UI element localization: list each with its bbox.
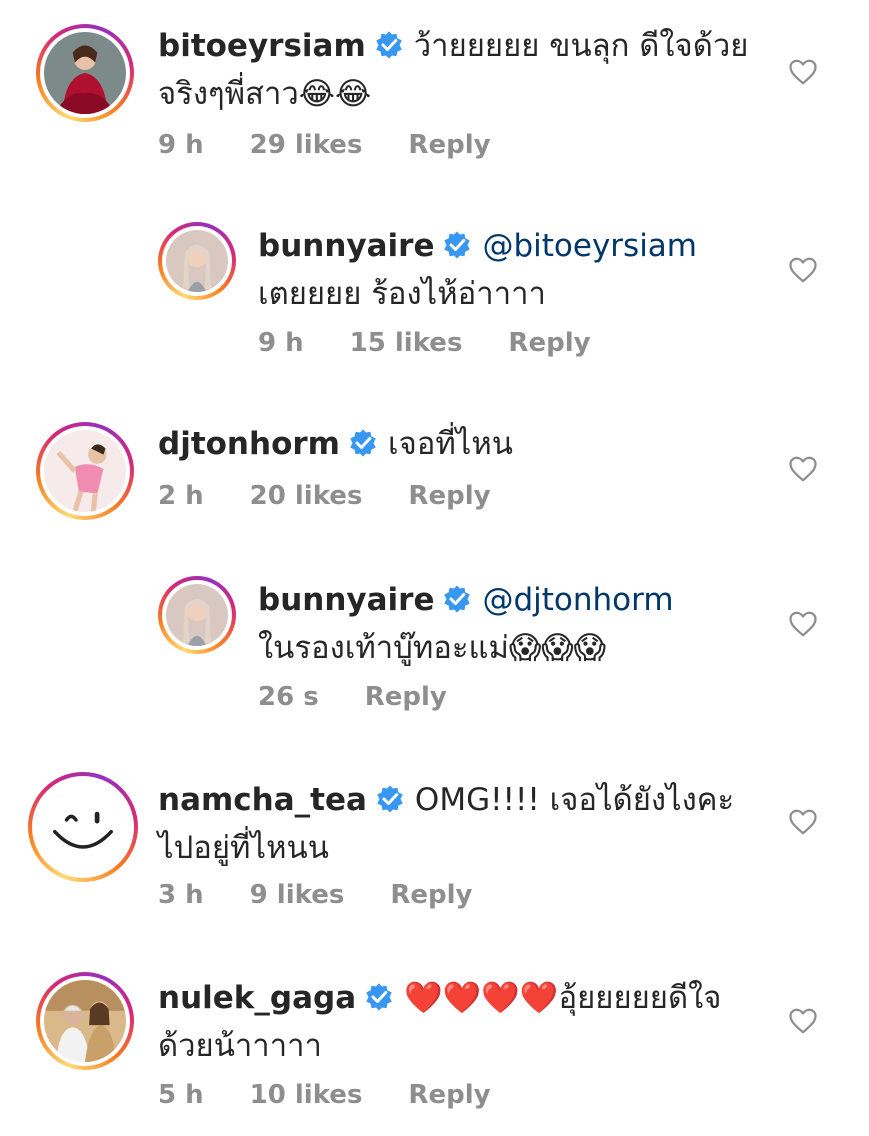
timestamp: 9 h xyxy=(158,130,204,160)
profile-photo-red-dress-icon xyxy=(44,32,126,114)
comment-body: ในรองเท้าบู๊ทอะแม่😱😱😱 xyxy=(258,630,606,666)
comment-meta: 26 s Reply xyxy=(258,682,493,712)
heart-outline-icon[interactable] xyxy=(788,455,818,483)
comment-text: bunnyaire @bitoeyrsiam เตยยยย ร้องไห้อ่าา… xyxy=(258,222,738,318)
reply-button[interactable]: Reply xyxy=(390,880,472,910)
mention-link[interactable]: @bitoeyrsiam xyxy=(482,228,697,264)
profile-photo-two-people-icon xyxy=(44,980,126,1062)
username[interactable]: namcha_tea xyxy=(158,782,367,818)
reply-button[interactable]: Reply xyxy=(408,481,490,511)
reply-button[interactable]: Reply xyxy=(508,328,590,358)
avatar[interactable] xyxy=(158,576,236,654)
likes-count[interactable]: 15 likes xyxy=(350,328,463,358)
verified-badge-icon xyxy=(442,230,472,260)
timestamp: 9 h xyxy=(258,328,304,358)
avatar[interactable] xyxy=(36,24,134,122)
verified-badge-icon xyxy=(374,30,404,60)
comment-meta: 5 h 10 likes Reply xyxy=(158,1080,537,1110)
verified-badge-icon xyxy=(364,982,394,1012)
timestamp: 26 s xyxy=(258,682,319,712)
heart-outline-icon[interactable] xyxy=(788,610,818,638)
verified-badge-icon xyxy=(442,584,472,614)
comment-meta: 9 h 29 likes Reply xyxy=(158,130,537,160)
likes-count[interactable]: 10 likes xyxy=(250,1080,363,1110)
avatar[interactable] xyxy=(36,972,134,1070)
timestamp: 5 h xyxy=(158,1080,204,1110)
username[interactable]: bunnyaire xyxy=(258,582,434,618)
comment-meta: 9 h 15 likes Reply xyxy=(258,328,637,358)
timestamp: 3 h xyxy=(158,880,204,910)
comment-text: nulek_gaga ❤️❤️❤️❤️อุ้ยยยยยดีใจด้วยน้าาาา… xyxy=(158,974,748,1070)
comment-text: djtonhorm เจอที่ไหน xyxy=(158,420,758,468)
verified-badge-icon xyxy=(375,784,405,814)
verified-badge-icon xyxy=(348,428,378,458)
profile-photo-braids-icon xyxy=(166,230,228,292)
avatar[interactable] xyxy=(28,772,138,882)
avatar[interactable] xyxy=(158,222,236,300)
username[interactable]: nulek_gaga xyxy=(158,980,356,1016)
likes-count[interactable]: 20 likes xyxy=(250,481,363,511)
comment-text: namcha_tea OMG!!!! เจอได้ยังไงคะไปอยู่ที่… xyxy=(158,776,738,872)
comment-meta: 3 h 9 likes Reply xyxy=(158,880,518,910)
smiley-face-icon xyxy=(36,780,130,874)
profile-photo-pink-outfit-icon xyxy=(44,430,126,512)
reply-button[interactable]: Reply xyxy=(408,130,490,160)
comment-body: เตยยยย ร้องไห้อ่าาาา xyxy=(258,276,546,312)
likes-count[interactable]: 29 likes xyxy=(250,130,363,160)
comment-text: bunnyaire @djtonhorm ในรองเท้าบู๊ทอะแม่😱😱… xyxy=(258,576,718,672)
mention-link[interactable]: @djtonhorm xyxy=(482,582,673,618)
username[interactable]: bunnyaire xyxy=(258,228,434,264)
timestamp: 2 h xyxy=(158,481,204,511)
avatar[interactable] xyxy=(36,422,134,520)
username[interactable]: bitoeyrsiam xyxy=(158,28,366,64)
username[interactable]: djtonhorm xyxy=(158,426,340,462)
comment-text: bitoeyrsiam ว้ายยยยย ขนลุก ดีใจด้วยจริงๆพ… xyxy=(158,22,758,118)
heart-outline-icon[interactable] xyxy=(788,1007,818,1035)
heart-outline-icon[interactable] xyxy=(788,256,818,284)
likes-count[interactable]: 9 likes xyxy=(250,880,345,910)
comment-body: เจอที่ไหน xyxy=(387,426,513,462)
profile-photo-braids-icon xyxy=(166,584,228,646)
heart-outline-icon[interactable] xyxy=(788,58,818,86)
heart-outline-icon[interactable] xyxy=(788,808,818,836)
reply-button[interactable]: Reply xyxy=(365,682,447,712)
comment-meta: 2 h 20 likes Reply xyxy=(158,481,537,511)
reply-button[interactable]: Reply xyxy=(408,1080,490,1110)
